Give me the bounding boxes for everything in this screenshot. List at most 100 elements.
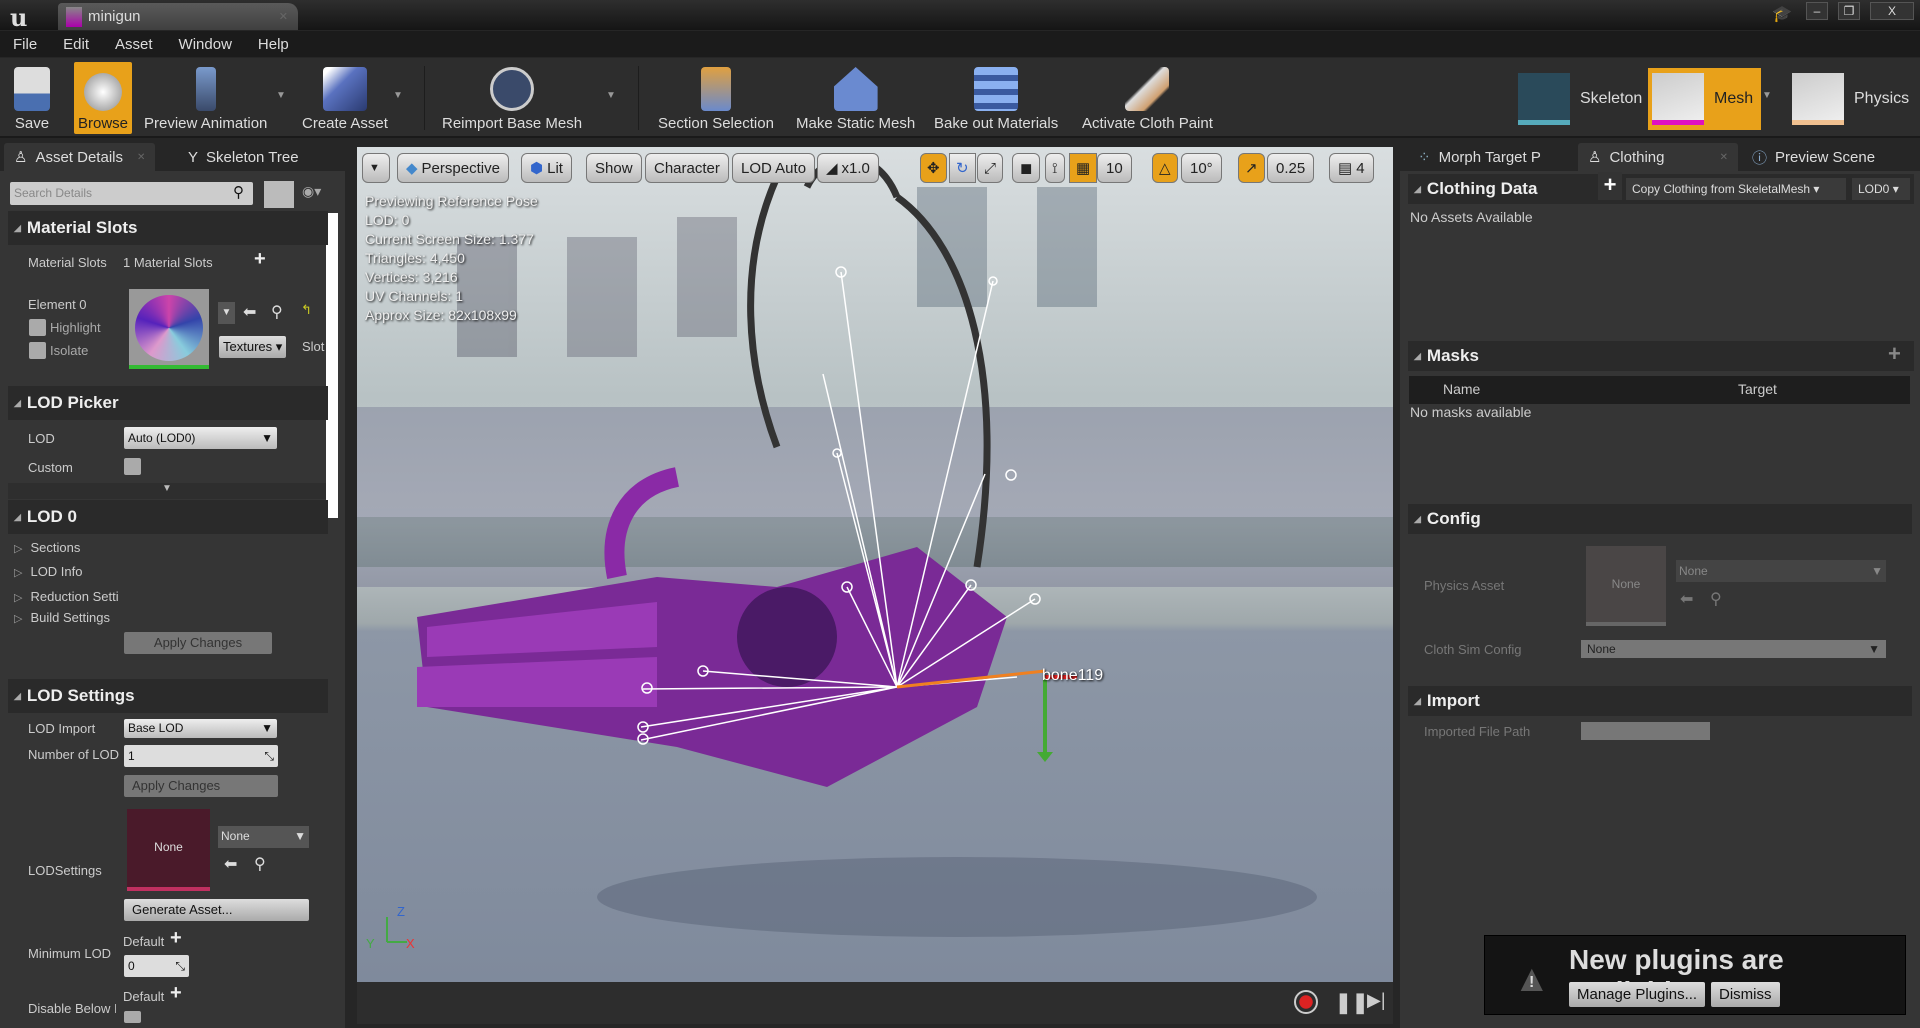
highlight-checkbox[interactable]: [29, 319, 46, 336]
lod-info-item[interactable]: ▷ LOD Info: [14, 564, 83, 579]
mode-skeleton[interactable]: Skeleton: [1518, 68, 1650, 130]
browse-search-icon[interactable]: ⚲: [254, 854, 266, 874]
coordinate-space-button[interactable]: ◼: [1012, 153, 1041, 183]
physics-asset-combo[interactable]: None ▼: [1676, 560, 1886, 582]
mode-physics[interactable]: Physics: [1792, 68, 1917, 130]
playback-speed-button[interactable]: ◢ x1.0: [817, 153, 879, 183]
clothing-lod-dropdown[interactable]: LOD0 ▾: [1852, 178, 1910, 200]
tab-preview-scene[interactable]: ⓘ Preview Scene: [1742, 143, 1885, 171]
pause-button[interactable]: ❚❚: [1335, 990, 1369, 1015]
material-combo-dropdown[interactable]: ▼: [218, 302, 235, 324]
save-button[interactable]: Save: [10, 62, 54, 134]
lit-button[interactable]: ⬢ Lit: [521, 153, 572, 183]
perspective-button[interactable]: ◆ Perspective: [397, 153, 509, 183]
mesh-mode-dropdown-icon[interactable]: ▼: [1762, 90, 1772, 101]
close-tab-icon[interactable]: ✕: [1720, 152, 1728, 163]
apply-changes-button-2[interactable]: Apply Changes: [124, 775, 278, 797]
add-override-icon[interactable]: +: [170, 927, 182, 950]
create-asset-dropdown-icon[interactable]: ▼: [393, 90, 403, 101]
manage-plugins-button[interactable]: Manage Plugins...: [1569, 982, 1706, 1007]
viewport-options-dropdown[interactable]: ▼: [362, 153, 390, 183]
sections-item[interactable]: ▷ Sections: [14, 540, 80, 555]
close-button[interactable]: X: [1870, 2, 1914, 20]
visibility-eye-icon[interactable]: ◉▾: [302, 183, 321, 200]
advanced-expand-icon[interactable]: ▼: [8, 483, 326, 499]
section-lod-0[interactable]: LOD 0: [8, 500, 328, 534]
surface-snapping-button[interactable]: ⟟: [1045, 153, 1065, 183]
create-asset-button[interactable]: Create Asset: [298, 62, 392, 134]
dismiss-button[interactable]: Dismiss: [1711, 982, 1780, 1007]
cloth-sim-config-dropdown[interactable]: None ▼: [1581, 640, 1886, 658]
unreal-logo[interactable]: u: [10, 3, 27, 32]
document-tab[interactable]: minigun ✕: [58, 3, 298, 30]
browse-search-icon[interactable]: ⚲: [271, 302, 283, 322]
restore-button[interactable]: ❐: [1838, 2, 1860, 20]
viewport[interactable]: bone119 Z X Y ▼ ◆ Perspective ⬢ Lit Show C…: [357, 147, 1393, 982]
use-selected-arrow-icon[interactable]: ⬅: [1680, 589, 1693, 609]
search-details-input[interactable]: Search Details: [10, 182, 253, 205]
apply-changes-button[interactable]: Apply Changes: [124, 632, 272, 654]
section-selection-button[interactable]: Section Selection: [654, 62, 778, 134]
lod-dropdown[interactable]: Auto (LOD0) ▼: [124, 427, 277, 449]
section-lod-settings[interactable]: LOD Settings: [8, 679, 328, 713]
add-clothing-icon[interactable]: +: [1598, 172, 1622, 200]
lod-settings-combo[interactable]: None ▼: [218, 826, 309, 848]
close-tab-icon[interactable]: ✕: [137, 152, 145, 163]
reset-to-default-icon[interactable]: ↰: [301, 302, 312, 318]
rotation-snap-value[interactable]: 10°: [1181, 153, 1222, 183]
menu-edit[interactable]: Edit: [50, 36, 102, 53]
custom-checkbox[interactable]: [124, 458, 141, 475]
add-material-slot-icon[interactable]: +: [254, 248, 266, 271]
copy-clothing-dropdown[interactable]: Copy Clothing from SkeletalMesh ▾: [1626, 178, 1846, 200]
record-button[interactable]: [1294, 990, 1318, 1014]
section-import[interactable]: Import: [1408, 686, 1912, 716]
menu-file[interactable]: File: [0, 36, 50, 53]
translate-mode-button[interactable]: ✥: [920, 153, 947, 183]
rotation-snap-toggle[interactable]: △: [1152, 153, 1178, 183]
textures-dropdown[interactable]: Textures ▾: [219, 336, 287, 358]
scrollbar[interactable]: [326, 213, 338, 518]
lod-settings-thumbnail[interactable]: None: [127, 809, 210, 891]
view-options-list-icon[interactable]: [264, 181, 294, 208]
make-static-mesh-button[interactable]: Make Static Mesh: [792, 62, 919, 134]
menu-help[interactable]: Help: [245, 36, 302, 53]
scale-mode-button[interactable]: ⤢: [977, 153, 1004, 183]
section-config[interactable]: Config: [1408, 504, 1912, 534]
number-of-lod-input[interactable]: 1 ⤡: [124, 745, 278, 767]
mode-mesh[interactable]: Mesh: [1648, 68, 1762, 130]
minimum-lod-input[interactable]: 0 ⤡: [124, 955, 189, 977]
character-button[interactable]: Character: [645, 153, 729, 183]
step-forward-button[interactable]: ▶|: [1367, 990, 1386, 1011]
preview-animation-button[interactable]: Preview Animation: [140, 62, 271, 134]
column-name[interactable]: Name: [1443, 381, 1480, 397]
isolate-checkbox[interactable]: [29, 342, 46, 359]
physics-asset-thumbnail[interactable]: None: [1586, 546, 1666, 626]
add-override-icon[interactable]: +: [170, 982, 182, 1005]
grid-snap-toggle[interactable]: ▦: [1069, 153, 1098, 183]
reimport-button[interactable]: Reimport Base Mesh: [438, 62, 586, 134]
use-selected-arrow-icon[interactable]: ⬅: [243, 302, 256, 322]
browse-button[interactable]: Browse: [74, 62, 132, 134]
browse-search-icon[interactable]: ⚲: [1710, 589, 1722, 609]
scale-snap-value[interactable]: 0.25: [1267, 153, 1315, 183]
section-masks[interactable]: Masks: [1408, 341, 1914, 371]
tab-morph-target-preview[interactable]: ⁘ Morph Target P: [1408, 143, 1551, 171]
rotate-mode-button[interactable]: ↻: [949, 153, 976, 183]
learn-icon[interactable]: 🎓: [1772, 4, 1792, 24]
column-target[interactable]: Target: [1738, 381, 1777, 397]
generate-asset-button[interactable]: Generate Asset...: [124, 899, 309, 921]
menu-asset[interactable]: Asset: [102, 36, 166, 53]
lod-import-dropdown[interactable]: Base LOD ▼: [124, 719, 277, 738]
minimize-button[interactable]: ‒: [1806, 2, 1828, 20]
reimport-dropdown-icon[interactable]: ▼: [606, 90, 616, 101]
camera-speed-button[interactable]: ▤ 4: [1329, 153, 1374, 183]
grid-snap-value[interactable]: 10: [1097, 153, 1132, 183]
use-selected-arrow-icon[interactable]: ⬅: [224, 854, 237, 874]
build-settings-item[interactable]: ▷ Build Settings: [14, 610, 110, 625]
tab-clothing[interactable]: ♙ Clothing ✕: [1578, 143, 1738, 171]
show-button[interactable]: Show: [586, 153, 642, 183]
tab-skeleton-tree[interactable]: Y Skeleton Tree: [178, 143, 309, 171]
menu-window[interactable]: Window: [166, 36, 245, 53]
imported-file-path-field[interactable]: [1581, 722, 1710, 740]
section-lod-picker[interactable]: LOD Picker: [8, 386, 328, 420]
